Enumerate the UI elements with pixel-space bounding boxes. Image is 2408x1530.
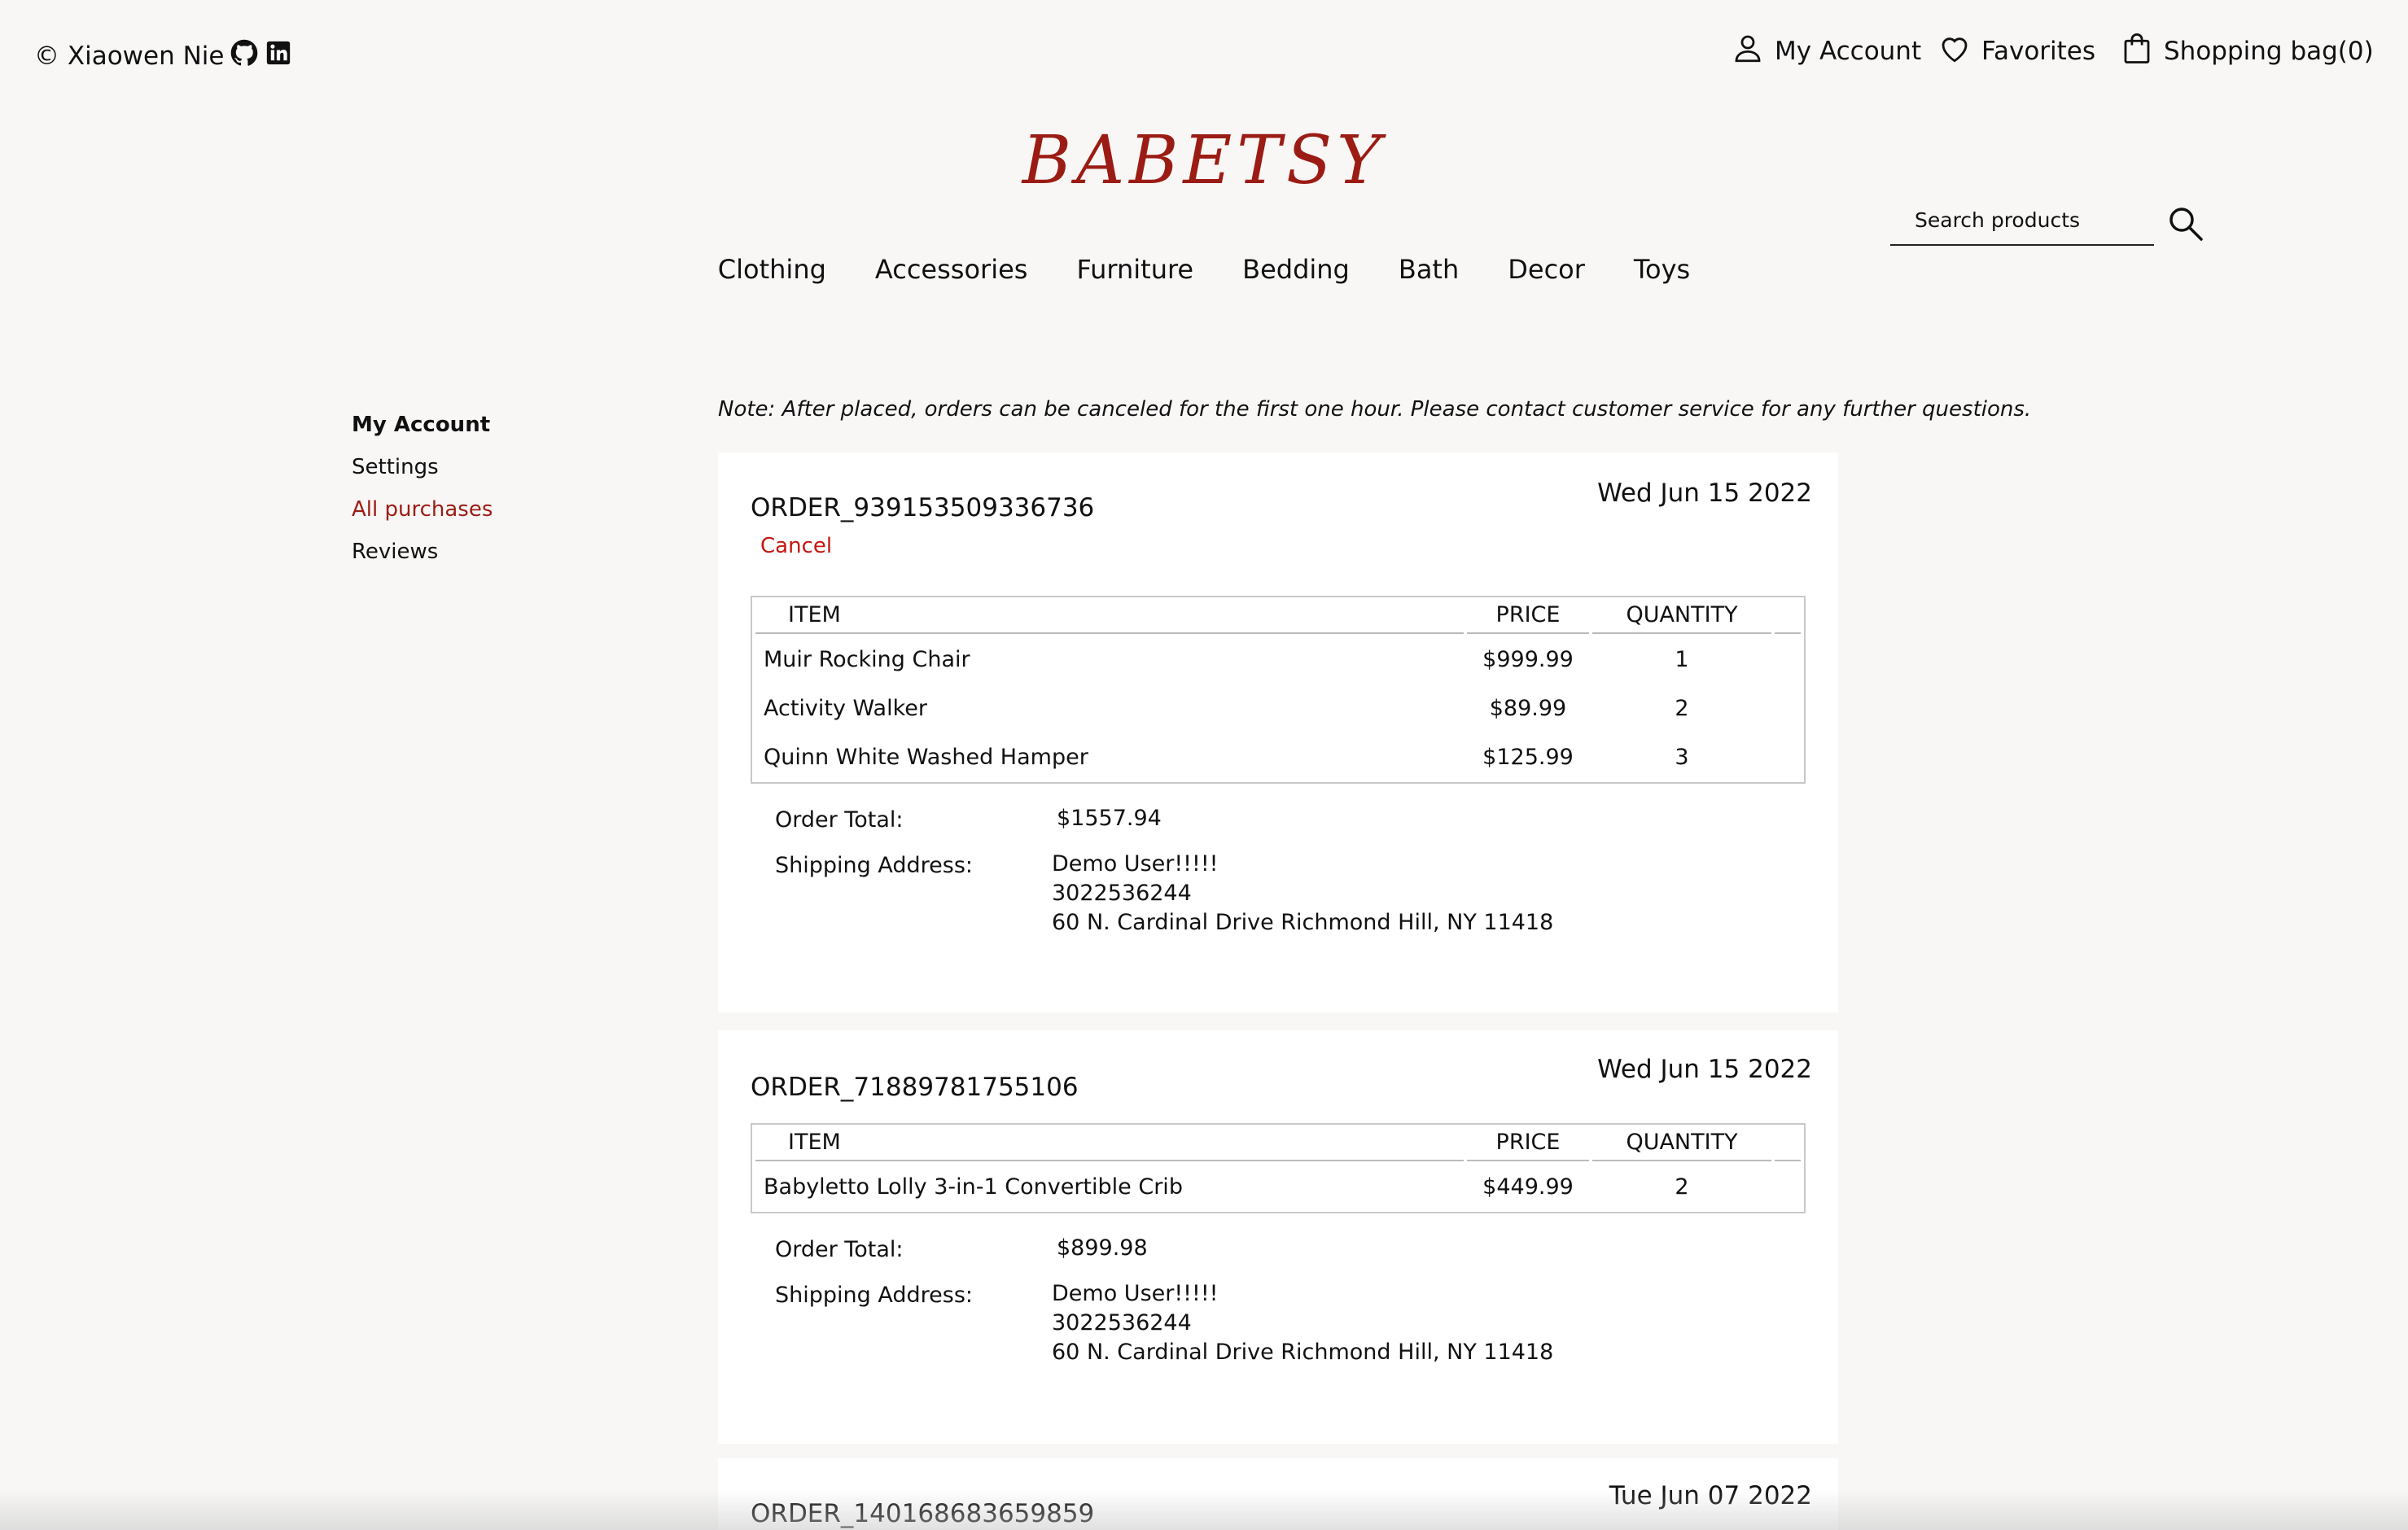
nav-clothing[interactable]: Clothing	[718, 254, 826, 285]
credit-text: © Xiaowen Nie	[34, 42, 225, 71]
nav-furniture[interactable]: Furniture	[1076, 254, 1193, 285]
order-card: ORDER_71889781755106 Wed Jun 15 2022 ITE…	[718, 1030, 1838, 1444]
shopping-bag-icon	[2120, 31, 2154, 72]
order-items-table: ITEM PRICE QUANTITY Babyletto Lolly 3-in…	[751, 1123, 1806, 1213]
nav-toys[interactable]: Toys	[1634, 254, 1690, 285]
column-header-empty	[1775, 599, 1801, 634]
shipping-phone: 3022536244	[1052, 881, 1192, 906]
order-summary: Order Total: $899.98 Shipping Address: D…	[775, 1235, 1752, 1400]
table-row: Activity Walker $89.99 2	[755, 684, 1801, 732]
column-header-quantity: QUANTITY	[1592, 1126, 1771, 1161]
category-nav: Clothing Accessories Furniture Bedding B…	[0, 254, 2408, 285]
column-header-quantity: QUANTITY	[1592, 599, 1771, 634]
search-icon[interactable]	[2165, 203, 2206, 244]
cancel-order-button[interactable]: Cancel	[760, 534, 832, 558]
brand-logo[interactable]: BABETSY	[0, 122, 2408, 199]
item-price: $89.99	[1489, 695, 1567, 721]
item-price: $449.99	[1482, 1174, 1574, 1200]
item-name[interactable]: Babyletto Lolly 3-in-1 Convertible Crib	[755, 1163, 1464, 1210]
order-items-table: ITEM PRICE QUANTITY Muir Rocking Chair $…	[751, 596, 1806, 784]
item-name[interactable]: Muir Rocking Chair	[755, 636, 1464, 683]
order-total-value: $899.98	[1057, 1235, 1148, 1261]
column-header-item: ITEM	[755, 1126, 1464, 1161]
shipping-name: Demo User!!!!!	[1052, 1281, 1219, 1306]
shipping-street: 60 N. Cardinal Drive Richmond Hill, NY 1…	[1052, 910, 1554, 935]
order-total-value: $1557.94	[1057, 806, 1162, 831]
shipping-phone: 3022536244	[1052, 1310, 1192, 1335]
table-row: Babyletto Lolly 3-in-1 Convertible Crib …	[755, 1163, 1801, 1210]
item-name[interactable]: Activity Walker	[755, 684, 1464, 732]
linkedin-icon[interactable]	[265, 39, 292, 73]
user-icon	[1731, 31, 1765, 72]
search-input[interactable]	[1890, 203, 2183, 237]
shipping-street: 60 N. Cardinal Drive Richmond Hill, NY 1…	[1052, 1340, 1554, 1365]
item-price: $999.99	[1482, 646, 1574, 672]
column-header-price: PRICE	[1467, 599, 1589, 634]
order-summary: Order Total: $1557.94 Shipping Address: …	[775, 806, 1752, 970]
search-field[interactable]	[1890, 203, 2183, 246]
item-name[interactable]: Quinn White Washed Hamper	[755, 733, 1464, 780]
table-row: Quinn White Washed Hamper $125.99 3	[755, 733, 1801, 780]
github-icon[interactable]	[230, 39, 258, 73]
shopping-bag-link[interactable]: Shopping bag(0)	[2120, 31, 2374, 72]
nav-bedding[interactable]: Bedding	[1242, 254, 1350, 285]
sidebar-item-settings[interactable]: Settings	[352, 446, 493, 488]
favorites-link[interactable]: Favorites	[1937, 31, 2095, 72]
column-header-empty	[1775, 1126, 1801, 1161]
shopping-bag-label: Shopping bag(0)	[2164, 37, 2374, 66]
column-header-item: ITEM	[755, 599, 1464, 634]
column-header-price: PRICE	[1467, 1126, 1589, 1161]
table-row: Muir Rocking Chair $999.99 1	[755, 636, 1801, 683]
sidebar-item-reviews[interactable]: Reviews	[352, 531, 493, 573]
nav-bath[interactable]: Bath	[1399, 254, 1459, 285]
nav-accessories[interactable]: Accessories	[875, 254, 1028, 285]
item-quantity: 1	[1675, 646, 1689, 672]
item-quantity: 2	[1675, 695, 1689, 721]
my-account-link[interactable]: My Account	[1731, 31, 1921, 72]
sidebar-heading[interactable]: My Account	[352, 404, 493, 446]
favorites-label: Favorites	[1981, 37, 2096, 66]
order-card: ORDER_939153509336736 Wed Jun 15 2022 Ca…	[718, 452, 1838, 1012]
item-quantity: 3	[1675, 744, 1689, 770]
item-quantity: 2	[1675, 1174, 1689, 1200]
order-total-label: Order Total:	[775, 1237, 904, 1262]
order-date: Wed Jun 15 2022	[1597, 1055, 1812, 1084]
shipping-name: Demo User!!!!!	[1052, 851, 1219, 876]
copyright-credit: © Xiaowen Nie	[34, 39, 292, 73]
bottom-shadow	[0, 1489, 2408, 1530]
sidebar-item-all-purchases[interactable]: All purchases	[352, 488, 493, 531]
shipping-address-label: Shipping Address:	[775, 1283, 973, 1308]
shipping-address-label: Shipping Address:	[775, 853, 973, 878]
my-account-label: My Account	[1775, 37, 1922, 66]
cancel-policy-note: Note: After placed, orders can be cancel…	[718, 397, 2032, 422]
order-total-label: Order Total:	[775, 807, 904, 833]
heart-icon	[1937, 31, 1972, 72]
order-id: ORDER_71889781755106	[751, 1073, 1079, 1102]
nav-decor[interactable]: Decor	[1508, 254, 1585, 285]
order-id: ORDER_939153509336736	[751, 493, 1095, 522]
order-date: Wed Jun 15 2022	[1597, 479, 1812, 508]
item-price: $125.99	[1482, 744, 1574, 770]
account-sidebar: My Account Settings All purchases Review…	[352, 404, 493, 573]
